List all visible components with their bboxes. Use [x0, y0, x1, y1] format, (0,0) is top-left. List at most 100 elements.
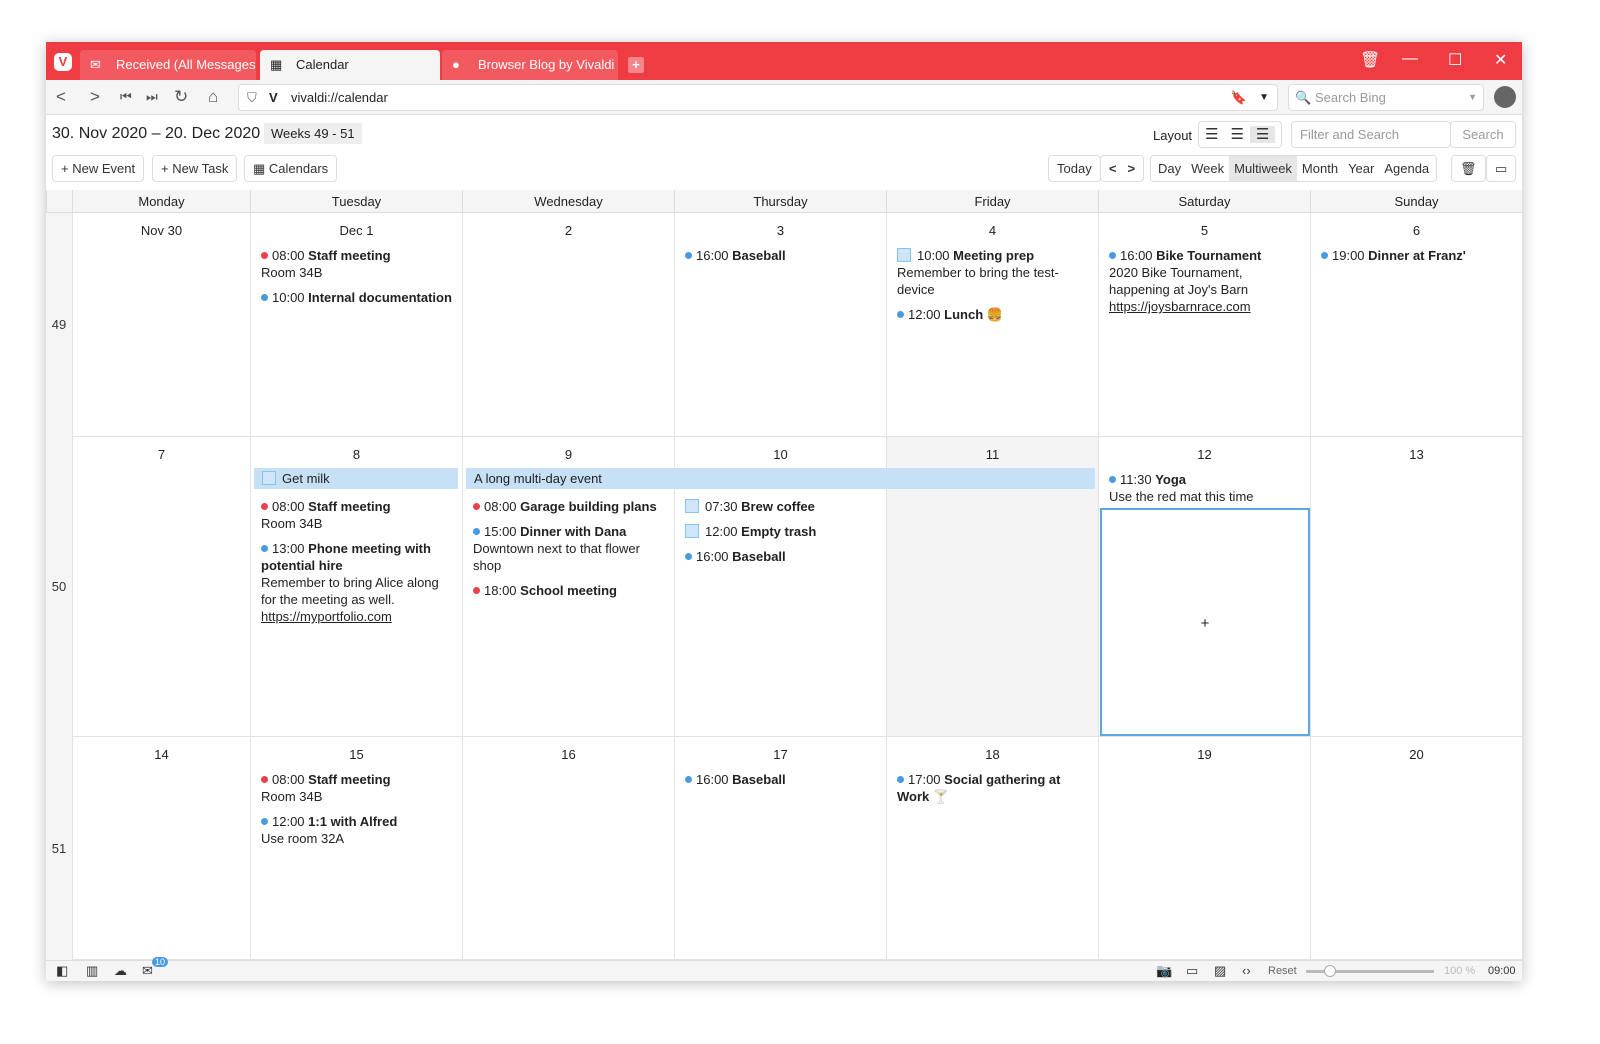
layout-large-icon[interactable]: ☰: [1249, 126, 1276, 143]
panel-toggle-button[interactable]: ▭: [1486, 155, 1517, 182]
layout-compact-icon[interactable]: ☰: [1199, 126, 1224, 143]
new-event-button[interactable]: + New Event: [52, 155, 145, 182]
view-month[interactable]: Month: [1297, 156, 1343, 181]
day-cell[interactable]: 19: [1098, 737, 1310, 960]
day-cell[interactable]: 14: [72, 737, 250, 960]
tab-blog[interactable]: ●Browser Blog by Vivaldi - N: [442, 50, 618, 80]
selected-slot[interactable]: +: [1100, 508, 1310, 736]
calendar-event[interactable]: 10:00 Internal documentation: [261, 289, 452, 306]
search-input[interactable]: 🔍 Search Bing ▼: [1288, 84, 1484, 111]
trash-icon[interactable]: 🗑: [1360, 50, 1380, 70]
tiling-icon[interactable]: ▥: [86, 963, 98, 979]
sync-cloud-icon[interactable]: ☁: [114, 963, 127, 979]
avatar[interactable]: [1494, 86, 1516, 108]
task-checkbox[interactable]: [685, 524, 699, 538]
calendar-event[interactable]: 08:00 Staff meeting Room 34B: [261, 771, 452, 805]
filter-input[interactable]: Filter and Search: [1291, 121, 1451, 148]
calendars-button[interactable]: ▦ Calendars: [244, 155, 338, 182]
calendar-event[interactable]: 07:30 Brew coffee: [685, 498, 876, 515]
search-button[interactable]: Search: [1450, 121, 1516, 148]
forward-icon[interactable]: >: [90, 87, 100, 107]
calendar-event[interactable]: 15:00 Dinner with Dana Downtown next to t…: [473, 523, 664, 574]
chevron-down-icon[interactable]: ▼: [1468, 85, 1477, 110]
calendar-event[interactable]: 11:30 Yoga Use the red mat this time: [1109, 471, 1300, 505]
day-cell[interactable]: 7: [72, 437, 250, 737]
calendar-event[interactable]: 18:00 School meeting: [473, 582, 664, 599]
home-icon[interactable]: ⌂: [208, 87, 218, 107]
delete-button[interactable]: 🗑: [1451, 155, 1486, 182]
image-icon[interactable]: ▨: [1214, 963, 1226, 979]
task-checkbox[interactable]: [897, 248, 911, 262]
minimize-button[interactable]: —: [1402, 50, 1418, 68]
day-cell[interactable]: Dec 1 08:00 Staff meeting Room 34B 10:00 In…: [250, 213, 462, 437]
day-cell[interactable]: 20: [1310, 737, 1522, 960]
tab-calendar[interactable]: ▦ Calendar: [260, 50, 440, 80]
chevron-left-icon[interactable]: <: [1109, 161, 1117, 176]
day-cell[interactable]: 6 19:00 Dinner at Franz': [1310, 213, 1522, 437]
calendar-event[interactable]: 13:00 Phone meeting with potential hire R…: [261, 540, 452, 625]
task-checkbox[interactable]: [685, 499, 699, 513]
day-cell[interactable]: 18 17:00 Social gathering at Work 🍸: [886, 737, 1098, 960]
calendar-event[interactable]: 10:00 Meeting prep Remember to bring the …: [897, 247, 1088, 298]
prev-next-buttons[interactable]: < >: [1100, 155, 1145, 182]
calendar-event[interactable]: 12:00 1:1 with Alfred Use room 32A: [261, 813, 452, 847]
back-icon[interactable]: <: [56, 87, 66, 107]
code-icon[interactable]: ‹›: [1242, 963, 1251, 978]
view-switcher[interactable]: Day Week Multiweek Month Year Agenda: [1150, 155, 1438, 182]
mail-icon[interactable]: ✉: [142, 963, 153, 979]
panel-icon[interactable]: ◧: [56, 963, 68, 979]
task-checkbox[interactable]: [262, 471, 276, 485]
url-field[interactable]: ⛉ Vvivaldi://calendar 🔖 ▼: [238, 84, 1278, 111]
maximize-button[interactable]: ☐: [1448, 50, 1462, 70]
event-link[interactable]: https://myportfolio.com: [261, 608, 452, 625]
zoom-slider-handle[interactable]: [1324, 965, 1336, 977]
view-year[interactable]: Year: [1343, 156, 1379, 181]
day-cell[interactable]: Nov 30: [72, 213, 250, 437]
fast-forward-icon[interactable]: ⏭: [146, 89, 158, 105]
day-cell[interactable]: 2: [462, 213, 674, 437]
day-cell[interactable]: 17 16:00 Baseball: [674, 737, 886, 960]
view-week[interactable]: Week: [1186, 156, 1229, 181]
layout-switcher[interactable]: ☰ ☰ ☰: [1198, 121, 1282, 148]
day-cell[interactable]: 13: [1310, 437, 1522, 737]
window-icon[interactable]: ▭: [1186, 963, 1198, 979]
calendar-event[interactable]: 19:00 Dinner at Franz': [1321, 247, 1512, 264]
day-cell[interactable]: 15 08:00 Staff meeting Room 34B 12:00 1:1 w…: [250, 737, 462, 960]
new-tab-button[interactable]: +: [628, 57, 644, 73]
day-cell[interactable]: 4 10:00 Meeting prep Remember to bring the…: [886, 213, 1098, 437]
view-day[interactable]: Day: [1153, 156, 1186, 181]
event-link[interactable]: https://joysbarnrace.com: [1109, 298, 1300, 315]
calendar-event[interactable]: 16:00 Bike Tournament 2020 Bike Tournamen…: [1109, 247, 1300, 315]
calendar-event[interactable]: 08:00 Garage building plans: [473, 498, 664, 515]
tab-mail[interactable]: ✉ Received (All Messages): [80, 50, 256, 80]
calendar-event[interactable]: 12:00 Lunch 🍔: [897, 306, 1088, 323]
calendar-event[interactable]: 16:00 Baseball: [685, 247, 876, 264]
rewind-icon[interactable]: ⏮: [120, 89, 132, 105]
close-button[interactable]: ✕: [1494, 50, 1507, 70]
multi-day-event[interactable]: A long multi-day event: [466, 468, 1095, 489]
view-agenda[interactable]: Agenda: [1379, 156, 1434, 181]
day-cell[interactable]: 16: [462, 737, 674, 960]
add-event-icon[interactable]: +: [1201, 615, 1210, 632]
day-cell[interactable]: 3 16:00 Baseball: [674, 213, 886, 437]
view-multiweek[interactable]: Multiweek: [1229, 156, 1297, 181]
calendar-event[interactable]: 16:00 Baseball: [685, 548, 876, 565]
vivaldi-menu-icon[interactable]: V: [54, 53, 72, 71]
task-get-milk[interactable]: Get milk: [254, 468, 458, 489]
bookmark-icon[interactable]: 🔖: [1231, 85, 1247, 110]
chevron-right-icon[interactable]: >: [1127, 161, 1135, 176]
reload-icon[interactable]: ↻: [174, 87, 188, 107]
zoom-reset-button[interactable]: Reset: [1268, 965, 1297, 977]
camera-icon[interactable]: 📷: [1156, 963, 1172, 979]
today-button[interactable]: Today: [1048, 155, 1101, 182]
zoom-slider[interactable]: [1306, 965, 1434, 977]
new-task-button[interactable]: + New Task: [152, 155, 238, 182]
calendar-event[interactable]: 17:00 Social gathering at Work 🍸: [897, 771, 1088, 805]
calendar-event[interactable]: 08:00 Staff meeting Room 34B: [261, 247, 452, 281]
calendar-event[interactable]: 12:00 Empty trash: [685, 523, 876, 540]
calendar-event[interactable]: 16:00 Baseball: [685, 771, 876, 788]
day-cell[interactable]: 5 16:00 Bike Tournament 2020 Bike Tourname…: [1098, 213, 1310, 437]
calendar-event[interactable]: 08:00 Staff meeting Room 34B: [261, 498, 452, 532]
chevron-down-icon[interactable]: ▼: [1259, 85, 1269, 110]
layout-normal-icon[interactable]: ☰: [1224, 126, 1249, 143]
